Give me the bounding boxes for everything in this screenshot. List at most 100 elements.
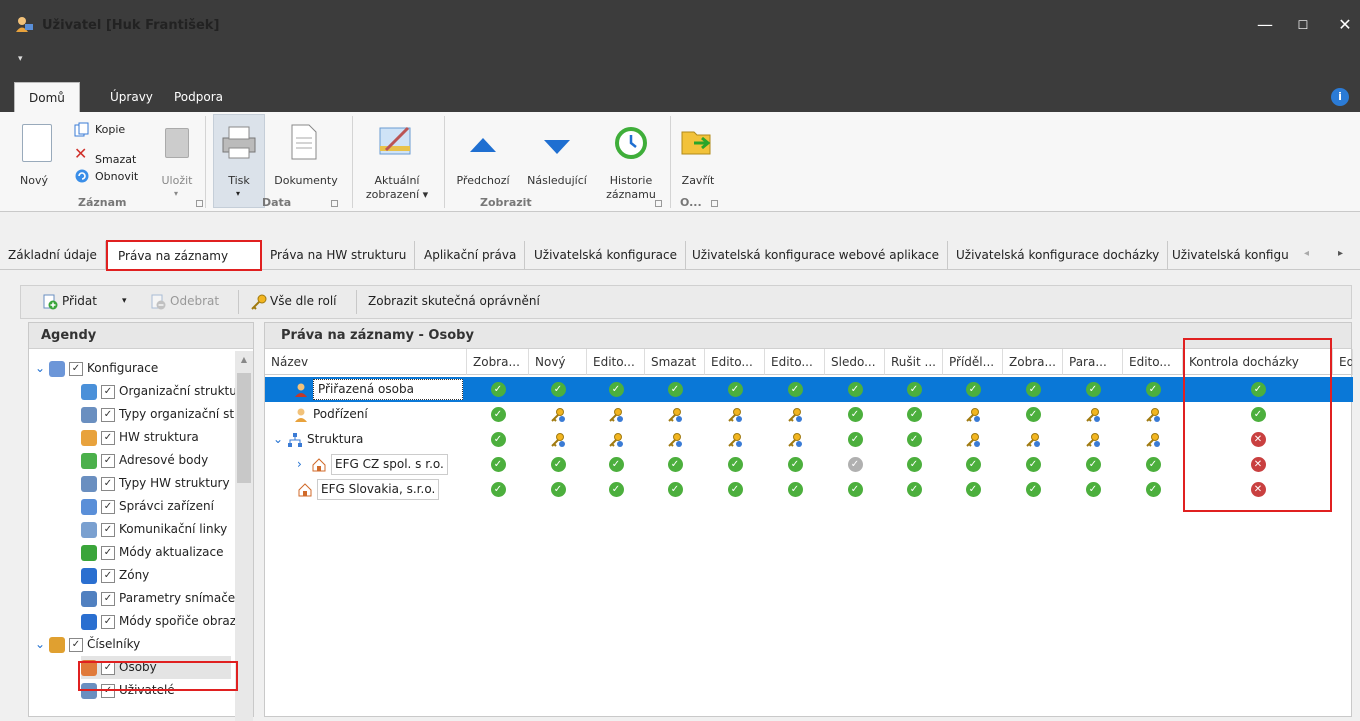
tabs-scroll-right-icon[interactable]: ▸ [1338, 248, 1343, 259]
column-header[interactable]: Smazat [645, 349, 705, 375]
permission-cell[interactable]: ✓ [705, 377, 765, 402]
tab-hw-rights[interactable]: Práva na HW strukturu [262, 241, 416, 270]
permission-cell[interactable]: ✓ [587, 477, 645, 502]
permission-cell[interactable] [705, 427, 765, 452]
permission-cell[interactable] [1123, 427, 1183, 452]
row-expand-icon[interactable]: ⌄ [273, 427, 285, 452]
expand-icon[interactable]: ⌄ [35, 357, 49, 380]
agenda-checkbox[interactable]: ✓ [101, 499, 115, 514]
tab-basic-data[interactable]: Základní údaje [0, 241, 106, 270]
copy-button[interactable]: Kopie [95, 123, 125, 136]
permission-cell[interactable]: ✓ [765, 452, 825, 477]
permission-cell[interactable] [1003, 427, 1063, 452]
tree-item[interactable]: ⌄ ✓ Konfigurace [35, 357, 158, 380]
agenda-checkbox[interactable]: ✓ [101, 591, 115, 606]
agenda-checkbox[interactable]: ✓ [101, 430, 115, 445]
tab-user-config-more[interactable]: Uživatelská konfigu [1164, 241, 1290, 270]
permission-cell[interactable]: ✓ [1063, 452, 1123, 477]
print-button[interactable]: Tisk [224, 174, 254, 187]
tab-user-config-web[interactable]: Uživatelská konfigurace webové aplikace [684, 241, 948, 270]
agenda-checkbox[interactable]: ✓ [101, 522, 115, 537]
permission-cell[interactable] [645, 402, 705, 427]
column-header[interactable]: Zobra... [467, 349, 529, 375]
permission-cell[interactable]: ✓ [943, 477, 1003, 502]
column-header[interactable]: Nový [529, 349, 587, 375]
permission-cell[interactable]: ✓ [1063, 377, 1123, 402]
group-launcher-icon[interactable] [711, 200, 718, 207]
refresh-button[interactable]: Obnovit [95, 170, 138, 183]
permission-cell[interactable]: ✓ [645, 477, 705, 502]
agenda-checkbox[interactable]: ✓ [101, 407, 115, 422]
permission-cell[interactable]: ✓ [529, 452, 587, 477]
print-dropdown-icon[interactable]: ▾ [236, 189, 240, 198]
permission-cell[interactable]: ✓ [1123, 477, 1183, 502]
permission-cell[interactable]: ✓ [885, 427, 943, 452]
permission-cell[interactable] [587, 427, 645, 452]
permission-cell[interactable] [943, 427, 1003, 452]
tree-item[interactable]: ✓ Adresové body [81, 449, 208, 472]
quick-access-dropdown[interactable]: ▾ [18, 54, 23, 64]
permission-cell[interactable] [943, 402, 1003, 427]
permission-cell[interactable]: ✓ [943, 452, 1003, 477]
new-button[interactable]: Nový [14, 174, 54, 187]
agenda-checkbox[interactable]: ✓ [101, 453, 115, 468]
permission-cell[interactable]: ✓ [885, 477, 943, 502]
history-label[interactable]: Historie [600, 174, 662, 187]
permission-cell[interactable] [587, 402, 645, 427]
permission-cell[interactable]: ✓ [1123, 377, 1183, 402]
delete-button[interactable]: Smazat [95, 153, 136, 166]
permission-cell[interactable]: ✓ [943, 377, 1003, 402]
permission-cell[interactable] [645, 427, 705, 452]
tree-item[interactable]: ✓ Správci zařízení [81, 495, 214, 518]
agenda-checkbox[interactable]: ✓ [101, 476, 115, 491]
tree-item[interactable]: ⌄ ✓ Číselníky [35, 633, 140, 656]
scroll-up-icon[interactable]: ▲ [237, 355, 251, 369]
tab-home[interactable]: Domů [14, 82, 80, 112]
permission-cell[interactable]: ✓ [885, 377, 943, 402]
permission-cell[interactable]: ✓ [885, 402, 943, 427]
history-button[interactable]: záznamu [600, 188, 662, 201]
permission-cell[interactable]: ✓ [825, 427, 885, 452]
tree-item[interactable]: ✓ Módy aktualizace [81, 541, 224, 564]
agenda-checkbox[interactable]: ✓ [69, 637, 83, 652]
column-header[interactable]: Edito... [587, 349, 645, 375]
row-expand-icon[interactable]: › [297, 452, 309, 477]
permission-cell[interactable]: ✓ [825, 377, 885, 402]
permission-cell[interactable] [1063, 402, 1123, 427]
tree-item[interactable]: ✓ Módy spořiče obraz [81, 610, 236, 633]
permission-cell[interactable]: ✓ [587, 377, 645, 402]
permission-cell[interactable]: ✓ [705, 477, 765, 502]
permission-cell[interactable] [765, 427, 825, 452]
tab-support[interactable]: Podpora [160, 82, 237, 112]
column-header[interactable]: Edito... [705, 349, 765, 375]
show-real-permissions-button[interactable]: Zobrazit skutečná oprávnění [368, 294, 540, 308]
all-by-roles-button[interactable]: Vše dle rolí [270, 294, 337, 308]
permission-cell[interactable]: ✓ [529, 477, 587, 502]
close-window-button[interactable]: ✕ [1330, 12, 1360, 38]
next-button[interactable]: Následující [522, 174, 592, 187]
column-header[interactable]: Zobra... [1003, 349, 1063, 375]
permission-cell[interactable]: ✓ [467, 427, 529, 452]
agenda-checkbox[interactable]: ✓ [101, 384, 115, 399]
permission-cell[interactable]: ✓ [1003, 402, 1063, 427]
tab-application-rights[interactable]: Aplikační práva [416, 241, 526, 270]
tabs-scroll-left-icon[interactable]: ◂ [1304, 248, 1309, 259]
permission-cell[interactable]: ✓ [1003, 477, 1063, 502]
maximize-button[interactable]: ☐ [1288, 12, 1318, 38]
row-name-cell[interactable]: Podřízení [265, 402, 467, 427]
permission-cell[interactable]: ✓ [587, 452, 645, 477]
permission-cell[interactable]: ✓ [885, 452, 943, 477]
permission-cell[interactable]: ✓ [467, 452, 529, 477]
permission-cell[interactable]: ✓ [467, 477, 529, 502]
save-dropdown-icon[interactable]: ▾ [174, 189, 178, 198]
tab-user-config[interactable]: Uživatelská konfigurace [526, 241, 686, 270]
tree-item[interactable]: ✓ HW struktura [81, 426, 199, 449]
column-header[interactable]: Příděl... [943, 349, 1003, 375]
tab-record-rights[interactable]: Práva na záznamy [106, 240, 262, 271]
save-button[interactable]: Uložit [160, 174, 194, 187]
permission-cell[interactable]: ✓ [529, 377, 587, 402]
column-header[interactable]: Para... [1063, 349, 1123, 375]
permission-cell[interactable]: ✓ [645, 452, 705, 477]
permission-cell[interactable] [529, 427, 587, 452]
tree-item[interactable]: ✓ Parametry snímače [81, 587, 235, 610]
